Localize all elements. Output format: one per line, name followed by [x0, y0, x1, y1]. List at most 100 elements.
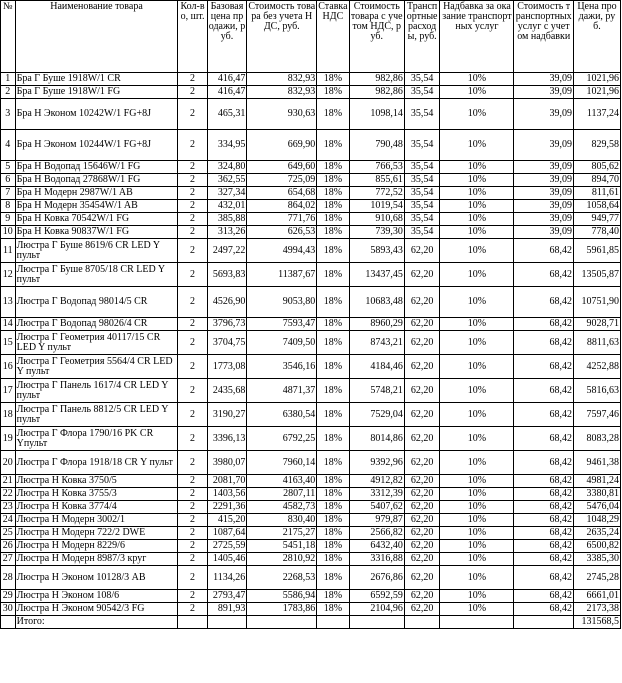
- quantity-cell: 2: [177, 402, 208, 427]
- cost-with-vat-cell: 8960,29: [348, 317, 405, 331]
- markup-percent-cell: 10%: [439, 487, 515, 501]
- quantity-cell: 2: [177, 85, 208, 99]
- quantity-cell: 2: [177, 589, 208, 603]
- header-transport: Транспортные расходы, руб.: [403, 0, 441, 73]
- quantity-cell: 2: [177, 238, 208, 263]
- row-number-cell: 8: [0, 199, 16, 213]
- table-row: 14 Люстра Г Водопад 98026/4 CR 2 3796,73 759…: [0, 317, 622, 331]
- table-row: 2 Бра Г Буше 1918W/1 FG 2 416,47 832,93 18% 98…: [0, 85, 622, 99]
- row-number-cell: 27: [0, 552, 16, 566]
- transport-cost-cell: 35,54: [403, 160, 441, 174]
- product-name-cell: Люстра Н Ковка 3750/5: [14, 474, 179, 488]
- row-number-cell: 6: [0, 173, 16, 187]
- row-number-cell: 28: [0, 565, 16, 590]
- table-row: 5 Бра Н Водопад 15646W/1 FG 2 324,80 649,60 1…: [0, 160, 622, 174]
- header-name: Наименование товара: [14, 0, 179, 73]
- table-row: 21 Люстра Н Ковка 3750/5 2 2081,70 4163,40 18…: [0, 474, 622, 488]
- vat-rate-cell: 18%: [316, 589, 350, 603]
- cost-no-vat-cell: 725,09: [246, 173, 318, 187]
- transport-cost-cell: 62,20: [403, 450, 441, 475]
- transport-cost-cell: 62,20: [403, 354, 441, 379]
- markup-percent-cell: 10%: [439, 173, 515, 187]
- cost-with-vat-cell: 3312,39: [348, 487, 405, 501]
- markup-percent-cell: 10%: [439, 129, 515, 161]
- transport-cost-cell: 35,54: [403, 72, 441, 86]
- cost-no-vat-cell: 11387,67: [246, 262, 318, 287]
- table-row: 3 Бра Н Эконом 10242W/1 FG+8J 2 465,31 930,6…: [0, 98, 622, 130]
- sale-price-cell: 894,70: [572, 173, 622, 187]
- product-name-cell: Люстра Г Водопад 98014/5 CR: [14, 286, 179, 318]
- cost-with-vat-cell: 855,61: [348, 173, 405, 187]
- vat-rate-cell: 18%: [316, 186, 350, 200]
- base-price-cell: 432,01: [206, 199, 248, 213]
- quantity-cell: 2: [177, 426, 208, 451]
- cost-no-vat-cell: 2810,92: [246, 552, 318, 566]
- transport-cost-cell: 62,20: [403, 474, 441, 488]
- transport-cost-cell: 62,20: [403, 402, 441, 427]
- quantity-cell: 2: [177, 286, 208, 318]
- product-name-cell: Бра Г Буше 1918W/1 CR: [14, 72, 179, 86]
- base-price-cell: 2793,47: [206, 589, 248, 603]
- sale-price-cell: 1058,64: [572, 199, 622, 213]
- transport-cost-cell: 62,20: [403, 565, 441, 590]
- markup-percent-cell: 10%: [439, 98, 515, 130]
- header-price: Цена продажи, руб.: [572, 0, 622, 73]
- base-price-cell: 3704,75: [206, 330, 248, 355]
- transport-total-cell: 39,09: [513, 129, 574, 161]
- transport-total-cell: 68,42: [513, 500, 574, 514]
- sale-price-cell: 9461,38: [572, 450, 622, 475]
- quantity-cell: 2: [177, 160, 208, 174]
- transport-cost-cell: 62,20: [403, 487, 441, 501]
- vat-rate-cell: 18%: [316, 602, 350, 616]
- table-row: 4 Бра Н Эконом 10244W/1 FG+8J 2 334,95 669,9…: [0, 129, 622, 161]
- quantity-cell: 2: [177, 487, 208, 501]
- vat-rate-cell: 18%: [316, 286, 350, 318]
- product-name-cell: Люстра Г Флора 1790/16 PK CR Yпульт: [14, 426, 179, 451]
- table-row: 23 Люстра Н Ковка 3774/4 2 2291,36 4582,73 18…: [0, 500, 622, 514]
- row-number-cell: 11: [0, 238, 16, 263]
- transport-cost-cell: 62,20: [403, 552, 441, 566]
- cost-no-vat-cell: 864,02: [246, 199, 318, 213]
- quantity-cell: 2: [177, 354, 208, 379]
- markup-percent-cell: 10%: [439, 212, 515, 226]
- quantity-cell: 2: [177, 225, 208, 239]
- total-empty-cell: [177, 615, 208, 629]
- markup-percent-cell: 10%: [439, 402, 515, 427]
- row-number-cell: 22: [0, 487, 16, 501]
- transport-cost-cell: 35,54: [403, 225, 441, 239]
- vat-rate-cell: 18%: [316, 487, 350, 501]
- cost-with-vat-cell: 9392,96: [348, 450, 405, 475]
- vat-rate-cell: 18%: [316, 474, 350, 488]
- quantity-cell: 2: [177, 602, 208, 616]
- vat-rate-cell: 18%: [316, 262, 350, 287]
- table-row: 8 Бра Н Модерн 35454W/1 AB 2 432,01 864,02 18…: [0, 199, 622, 213]
- transport-total-cell: 39,09: [513, 212, 574, 226]
- cost-no-vat-cell: 1783,86: [246, 602, 318, 616]
- transport-cost-cell: 62,20: [403, 513, 441, 527]
- vat-rate-cell: 18%: [316, 526, 350, 540]
- sale-price-cell: 829,58: [572, 129, 622, 161]
- base-price-cell: 416,47: [206, 85, 248, 99]
- transport-cost-cell: 62,20: [403, 526, 441, 540]
- cost-with-vat-cell: 790,48: [348, 129, 405, 161]
- transport-cost-cell: 62,20: [403, 378, 441, 403]
- markup-percent-cell: 10%: [439, 286, 515, 318]
- sale-price-cell: 9028,71: [572, 317, 622, 331]
- cost-with-vat-cell: 739,30: [348, 225, 405, 239]
- sale-price-cell: 8811,63: [572, 330, 622, 355]
- markup-percent-cell: 10%: [439, 72, 515, 86]
- product-name-cell: Люстра Н Модерн 3002/1: [14, 513, 179, 527]
- transport-total-cell: 39,09: [513, 98, 574, 130]
- cost-with-vat-cell: 910,68: [348, 212, 405, 226]
- vat-rate-cell: 18%: [316, 500, 350, 514]
- transport-total-cell: 68,42: [513, 526, 574, 540]
- table-row: 12 Люстра Г Буше 8705/18 CR LED Y пульт 2 5…: [0, 262, 622, 287]
- quantity-cell: 2: [177, 186, 208, 200]
- cost-no-vat-cell: 832,93: [246, 72, 318, 86]
- transport-total-cell: 39,09: [513, 72, 574, 86]
- total-empty-cell: [348, 615, 405, 629]
- cost-no-vat-cell: 9053,80: [246, 286, 318, 318]
- base-price-cell: 313,26: [206, 225, 248, 239]
- cost-no-vat-cell: 626,53: [246, 225, 318, 239]
- product-name-cell: Люстра Г Панель 8812/5 CR LED Y пульт: [14, 402, 179, 427]
